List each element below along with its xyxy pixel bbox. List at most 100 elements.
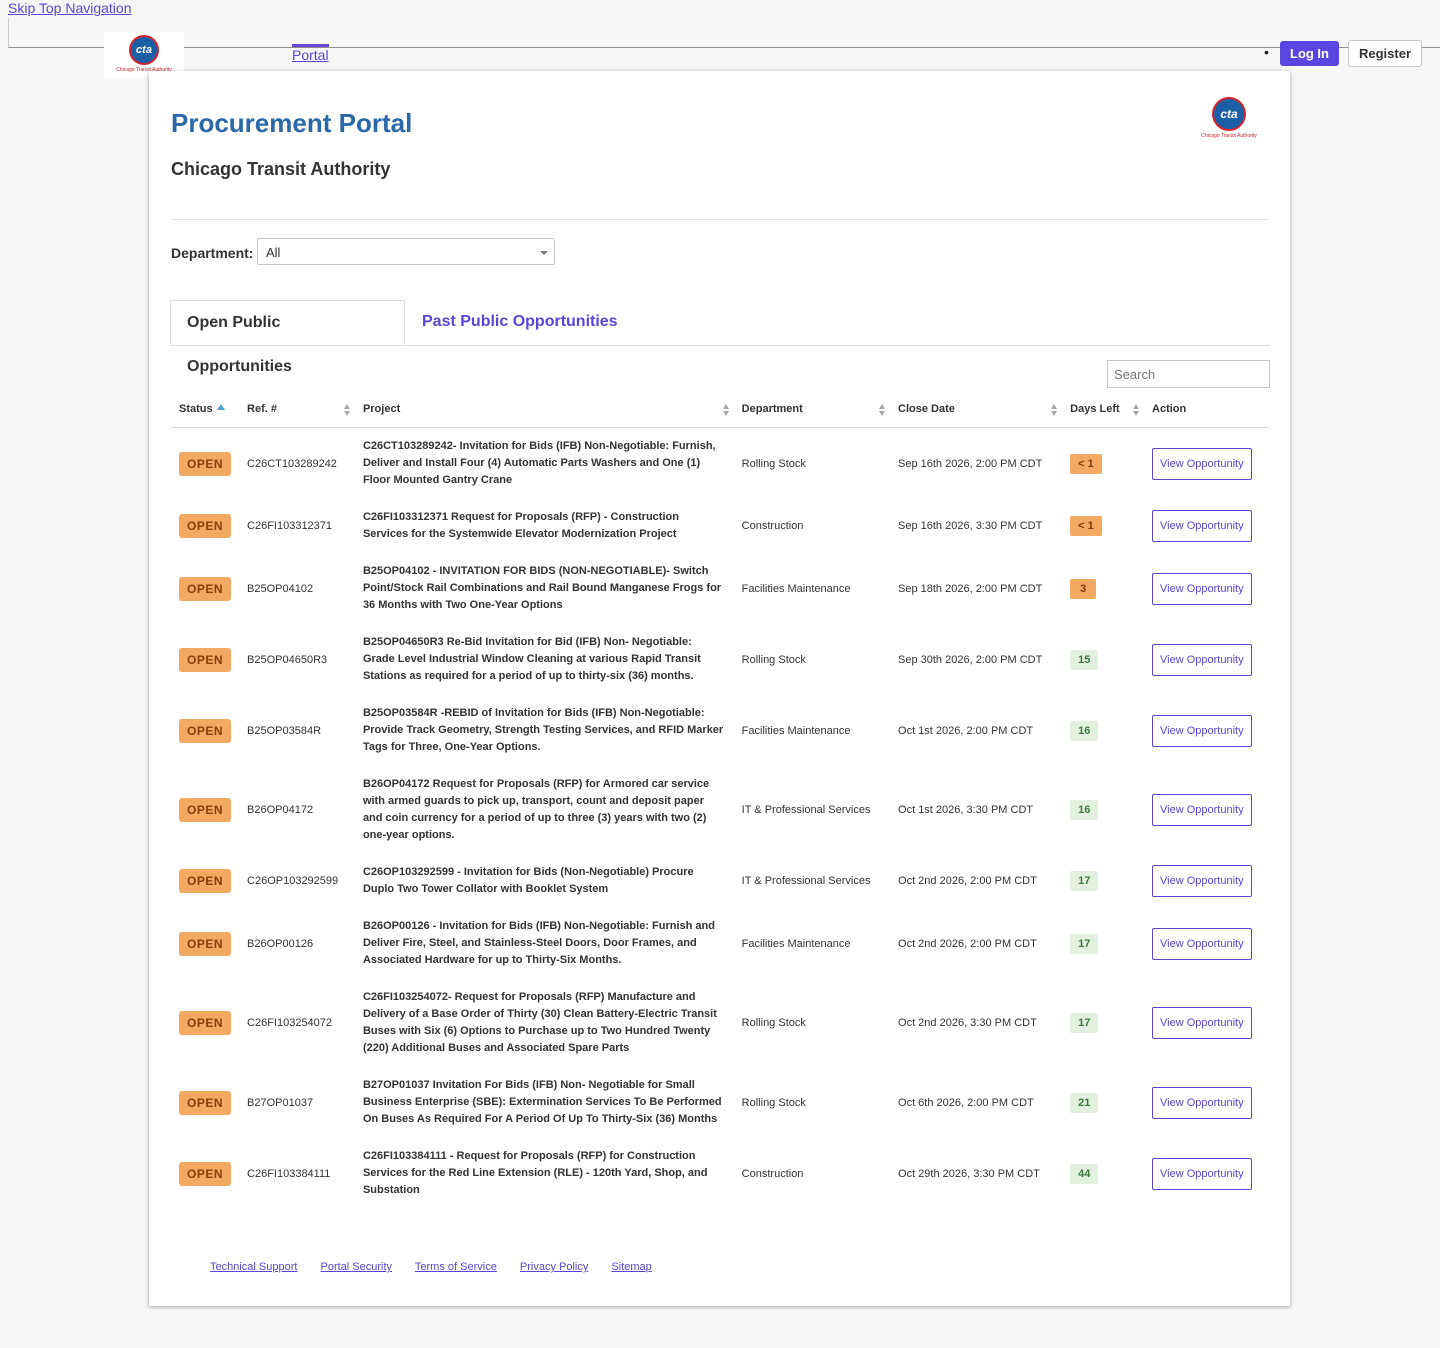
sort-icon [1051,404,1058,416]
table-row: OPEN C26OP103292599 C26OP103292599 - Invit… [171,854,1269,908]
days-left-badge: 21 [1070,1092,1099,1113]
department-cell: Rolling Stock [741,1017,806,1029]
column-header-action: Action [1144,391,1269,428]
view-opportunity-button[interactable]: View Opportunity [1152,927,1252,960]
status-badge: OPEN [179,718,232,743]
register-button[interactable]: Register [1348,40,1422,67]
ref-cell: C26FI103254072 [247,1017,333,1029]
column-header-ref[interactable]: Ref. # [239,391,355,428]
tab-open-opportunities[interactable]: Open Public Opportunities [170,300,405,375]
view-opportunity-button[interactable]: View Opportunity [1152,643,1252,676]
close-date-cell: Oct 6th 2026, 2:00 PM CDT [898,1096,1034,1109]
action-cell: View Opportunity [1144,766,1269,854]
footer-link-sitemap[interactable]: Sitemap [611,1261,651,1273]
table-row: OPEN B26OP04172 B26OP04172 Request for Pro… [171,766,1269,854]
status-cell: OPEN [171,766,239,854]
sort-icon [722,404,730,416]
department-cell: IT & Professional Services [741,804,871,816]
close-date-cell: Oct 1st 2026, 3:30 PM CDT [898,804,1034,816]
department-cell: Construction [741,1167,804,1180]
close-date-cell: Oct 2nd 2026, 3:30 PM CDT [898,1017,1037,1029]
view-opportunity-button[interactable]: View Opportunity [1152,865,1252,897]
action-cell: View Opportunity [1144,1067,1269,1138]
department-cell: Facilities Maintenance [741,724,851,737]
footer-link-technical-support[interactable]: Technical Support [210,1261,297,1273]
department-select-value: All [266,245,281,260]
action-cell: View Opportunity [1144,553,1269,624]
project-cell: B26OP00126 - Invitation for Bids (IFB) N… [362,920,715,966]
column-header-days-left[interactable]: Days Left [1062,391,1145,428]
department-cell: Rolling Stock [741,1096,806,1109]
main-card: Procurement Portal Chicago Transit Autho… [149,71,1290,1306]
login-button[interactable]: Log In [1280,41,1339,66]
close-date-cell: Sep 16th 2026, 3:30 PM CDT [898,520,1043,532]
project-cell: C26CT103289242- Invitation for Bids (IFB… [362,440,716,486]
department-cell: Rolling Stock [741,653,806,666]
table-row: OPEN B25OP03584R B25OP03584R -REBID of Inv… [171,695,1269,766]
action-cell: View Opportunity [1144,1138,1269,1209]
column-header-department[interactable]: Department [733,391,891,428]
days-left-badge: 17 [1070,933,1099,954]
table-row: OPEN C26FI103254072 C26FI103254072- Reques… [171,979,1269,1067]
nav-portal-link[interactable]: Portal [292,44,329,62]
ref-cell: B25OP04650R3 [247,653,328,666]
close-date-cell: Oct 2nd 2026, 2:00 PM CDT [898,875,1037,887]
status-badge: OPEN [179,451,232,476]
project-cell: C26FI103384111 - Request for Proposals (… [362,1150,708,1196]
tab-past-opportunities[interactable]: Past Public Opportunities [406,300,634,344]
department-cell: Construction [741,520,804,532]
column-header-close-date[interactable]: Close Date [890,391,1063,428]
days-left-badge: 44 [1070,1163,1099,1184]
view-opportunity-button[interactable]: View Opportunity [1152,794,1252,826]
days-left-badge: < 1 [1070,516,1102,536]
skip-navigation-link[interactable]: Skip Top Navigation [8,0,131,16]
days-left-cell: 21 [1062,1067,1144,1138]
search-input[interactable] [1107,360,1270,388]
days-left-cell: 3 [1062,553,1144,624]
table-row: OPEN B27OP01037 B27OP01037 Invitation For … [171,1067,1269,1138]
sort-ascending-icon [216,404,225,410]
project-cell: B27OP01037 Invitation For Bids (IFB) Non… [362,1079,722,1125]
days-left-cell: 15 [1062,624,1144,695]
view-opportunity-button[interactable]: View Opportunity [1152,1086,1252,1119]
column-header-project[interactable]: Project [354,391,734,428]
card-cta-logo: cta Chicago Transit Authority [1193,97,1265,139]
status-cell: OPEN [171,695,239,766]
status-badge: OPEN [179,1090,232,1115]
opportunities-table: Status Ref. # Project Department Close D… [171,391,1269,1209]
view-opportunity-button[interactable]: View Opportunity [1152,714,1252,747]
ref-cell: B26OP04172 [247,804,314,816]
department-select[interactable]: All [257,238,555,265]
days-left-cell: < 1 [1062,499,1144,553]
header-divider [171,219,1269,220]
footer-link-portal-security[interactable]: Portal Security [321,1261,393,1273]
days-left-cell: < 1 [1062,428,1144,499]
department-cell: Facilities Maintenance [741,937,851,950]
days-left-cell: 17 [1062,979,1144,1067]
footer-link-terms-of-service[interactable]: Terms of Service [415,1261,497,1273]
footer-link-privacy-policy[interactable]: Privacy Policy [520,1261,588,1273]
days-left-cell: 16 [1062,766,1144,854]
ref-cell: B27OP01037 [247,1096,314,1109]
column-header-status[interactable]: Status [171,391,240,428]
department-cell: IT & Professional Services [741,875,871,887]
view-opportunity-button[interactable]: View Opportunity [1152,1157,1252,1190]
view-opportunity-button[interactable]: View Opportunity [1152,1007,1252,1039]
cta-logo-icon: cta [1212,97,1246,131]
status-badge: OPEN [179,514,232,538]
status-cell: OPEN [171,624,239,695]
close-date-cell: Sep 16th 2026, 2:00 PM CDT [898,457,1043,470]
days-left-badge: 17 [1070,871,1099,891]
action-cell: View Opportunity [1144,499,1269,553]
project-cell: B25OP04650R3 Re-Bid Invitation for Bid (… [362,636,701,682]
view-opportunity-button[interactable]: View Opportunity [1152,572,1252,605]
action-cell: View Opportunity [1144,624,1269,695]
status-cell: OPEN [171,428,239,499]
action-cell: View Opportunity [1144,908,1269,979]
project-cell: C26FI103254072- Request for Proposals (R… [362,991,717,1054]
view-opportunity-button[interactable]: View Opportunity [1152,447,1252,480]
days-left-cell: 44 [1062,1138,1144,1209]
view-opportunity-button[interactable]: View Opportunity [1152,510,1252,542]
department-cell: Rolling Stock [741,457,806,470]
project-cell: C26OP103292599 - Invitation for Bids (No… [362,866,694,895]
